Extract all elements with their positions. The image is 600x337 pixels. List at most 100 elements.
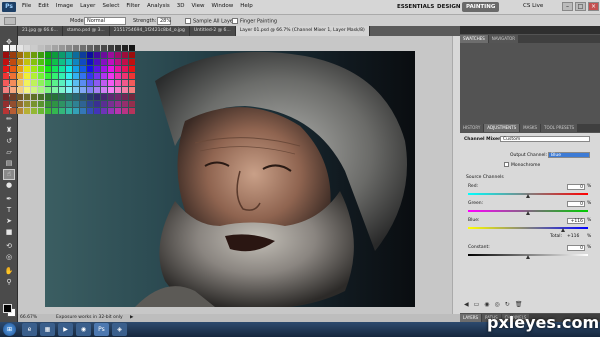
color-swatch[interactable]	[38, 52, 44, 58]
sample-all-layers-checkbox[interactable]: Sample All Layers	[185, 18, 238, 25]
color-swatch[interactable]	[59, 73, 65, 79]
color-swatch[interactable]	[66, 94, 72, 100]
color-swatch[interactable]	[101, 108, 107, 114]
color-swatch[interactable]	[108, 52, 114, 58]
color-swatch[interactable]	[122, 101, 128, 107]
color-swatch[interactable]	[52, 101, 58, 107]
color-swatch[interactable]	[80, 45, 86, 51]
color-swatch[interactable]	[87, 108, 93, 114]
color-swatch[interactable]	[115, 101, 121, 107]
color-swatch[interactable]	[3, 94, 9, 100]
color-swatch[interactable]	[10, 59, 16, 65]
menu-layer[interactable]: Layer	[80, 3, 95, 12]
menu-view[interactable]: View	[191, 3, 204, 12]
color-swatch[interactable]	[17, 52, 23, 58]
color-swatch[interactable]	[59, 66, 65, 72]
color-swatch[interactable]	[115, 73, 121, 79]
blue-slider-track[interactable]	[468, 227, 588, 229]
color-swatch[interactable]	[3, 101, 9, 107]
color-swatch[interactable]	[115, 108, 121, 114]
tab-swatches[interactable]: SWATCHES	[460, 35, 488, 43]
color-swatch[interactable]	[108, 101, 114, 107]
color-swatch[interactable]	[3, 52, 9, 58]
3d-rotate-tool-icon[interactable]: ⟲	[4, 242, 14, 251]
color-swatch[interactable]	[122, 108, 128, 114]
path-select-tool-icon[interactable]: ➤	[4, 217, 14, 226]
color-swatch[interactable]	[66, 108, 72, 114]
color-swatch[interactable]	[38, 73, 44, 79]
color-swatch[interactable]	[122, 80, 128, 86]
color-swatch[interactable]	[80, 59, 86, 65]
doc-tab[interactable]: 2151754694_1f2421c8b4_o.jpg	[109, 26, 190, 36]
color-swatch[interactable]	[59, 80, 65, 86]
color-swatch[interactable]	[122, 73, 128, 79]
color-swatch[interactable]	[101, 66, 107, 72]
color-swatch[interactable]	[73, 101, 79, 107]
color-swatch[interactable]	[45, 80, 51, 86]
color-swatch[interactable]	[31, 80, 37, 86]
constant-slider-thumb[interactable]	[526, 255, 530, 259]
zoom-level[interactable]: 66.67%	[20, 314, 37, 322]
dodge-tool-icon[interactable]: ●	[4, 181, 14, 190]
hand-tool-icon[interactable]: ✋	[4, 267, 14, 276]
color-swatch[interactable]	[31, 87, 37, 93]
color-swatch[interactable]	[87, 59, 93, 65]
menu-3d[interactable]: 3D	[177, 3, 185, 12]
color-swatch[interactable]	[94, 59, 100, 65]
pen-tool-icon[interactable]: ✒	[4, 195, 14, 204]
back-arrow-icon[interactable]: ◀	[464, 301, 469, 308]
tab-layers[interactable]: LAYERS	[460, 314, 482, 322]
menu-window[interactable]: Window	[212, 3, 234, 12]
monochrome-checkbox[interactable]: Monochrome	[504, 162, 540, 168]
color-swatch[interactable]	[108, 66, 114, 72]
workspace-essentials[interactable]: ESSENTIALS	[393, 2, 438, 12]
color-swatch[interactable]	[3, 80, 9, 86]
color-swatch[interactable]	[108, 59, 114, 65]
color-swatch[interactable]	[73, 108, 79, 114]
color-swatch[interactable]	[94, 45, 100, 51]
color-swatch[interactable]	[94, 73, 100, 79]
color-swatch[interactable]	[24, 87, 30, 93]
color-swatch[interactable]	[10, 52, 16, 58]
history-brush-tool-icon[interactable]: ↺	[4, 137, 14, 146]
color-swatch[interactable]	[94, 94, 100, 100]
visibility-eye-icon[interactable]: ◎	[495, 301, 500, 308]
red-value-input[interactable]: 0	[567, 184, 585, 190]
color-swatch[interactable]	[101, 73, 107, 79]
color-swatch[interactable]	[24, 80, 30, 86]
color-swatch[interactable]	[24, 52, 30, 58]
color-swatch[interactable]	[3, 45, 9, 51]
color-swatch[interactable]	[3, 59, 9, 65]
color-swatch[interactable]	[45, 45, 51, 51]
color-swatch[interactable]	[3, 108, 9, 114]
color-swatch[interactable]	[94, 52, 100, 58]
color-swatch[interactable]	[17, 59, 23, 65]
color-swatch[interactable]	[129, 94, 135, 100]
color-swatch[interactable]	[66, 45, 72, 51]
color-swatch[interactable]	[59, 94, 65, 100]
color-swatch[interactable]	[80, 80, 86, 86]
color-swatch[interactable]	[66, 80, 72, 86]
color-swatch[interactable]	[10, 108, 16, 114]
color-swatch[interactable]	[101, 80, 107, 86]
color-swatch[interactable]	[115, 66, 121, 72]
color-swatch[interactable]	[52, 108, 58, 114]
menu-help[interactable]: Help	[240, 3, 253, 12]
ie-icon[interactable]: e	[22, 323, 37, 336]
close-icon[interactable]: ×	[588, 2, 599, 11]
media-player-icon[interactable]: ▶	[58, 323, 73, 336]
color-swatch[interactable]	[66, 66, 72, 72]
status-arrow-icon[interactable]: ▶	[130, 314, 133, 322]
start-button-icon[interactable]: ⊞	[3, 323, 16, 336]
doc-tab[interactable]: Untitled-2 @ 6...	[189, 26, 236, 36]
doc-tab[interactable]: 21.jpg @ 66.6...	[18, 26, 63, 36]
color-swatch[interactable]	[87, 87, 93, 93]
zoom-tool-icon[interactable]: ⚲	[4, 278, 14, 287]
color-swatch[interactable]	[45, 73, 51, 79]
app-task-icon[interactable]: ◈	[112, 323, 127, 336]
color-swatch[interactable]	[52, 73, 58, 79]
color-swatch[interactable]	[87, 45, 93, 51]
color-swatch[interactable]	[59, 59, 65, 65]
color-swatch[interactable]	[94, 80, 100, 86]
workspace-painting[interactable]: PAINTING	[462, 2, 500, 12]
